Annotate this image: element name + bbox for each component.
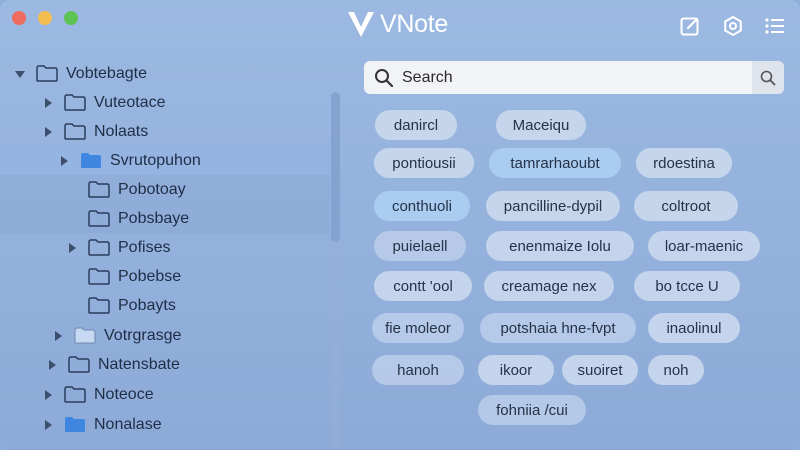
app-title-text: VNote xyxy=(380,9,448,38)
tree-item[interactable]: Vuteotace xyxy=(0,88,330,117)
chevron-down-icon[interactable] xyxy=(14,68,26,80)
folder-icon xyxy=(68,356,90,373)
vnote-window: VNote Vobtebagte Vuteotace Nolaats Svrut… xyxy=(0,0,800,450)
folder-icon xyxy=(88,239,110,256)
tree-item-label: Pobebse xyxy=(118,267,182,285)
tree-item-label: Natensbate xyxy=(98,355,180,373)
folder-icon xyxy=(88,181,110,198)
folder-icon xyxy=(88,297,110,314)
notebook-tree: Vobtebagte Vuteotace Nolaats Svrutopuhon… xyxy=(0,58,344,450)
chevron-right-icon[interactable] xyxy=(66,242,78,254)
title-bar: VNote xyxy=(0,0,800,52)
tag-chip[interactable]: tamrarhaoubt xyxy=(489,148,621,178)
search-icon xyxy=(374,68,394,88)
folder-icon xyxy=(64,386,86,403)
tag-chip[interactable]: inaolinul xyxy=(648,313,740,343)
chevron-right-icon[interactable] xyxy=(42,97,54,109)
tree-item-label: Vobtebagte xyxy=(66,64,147,82)
tree-item-selected[interactable]: Svrutopuhon xyxy=(0,146,330,175)
tag-chip[interactable]: bo tcce U xyxy=(634,271,740,301)
tree-item[interactable]: Pobebse xyxy=(0,262,330,291)
folder-icon xyxy=(74,327,96,344)
folder-icon xyxy=(64,94,86,111)
tag-chip[interactable]: suoiret xyxy=(562,355,638,385)
tag-chip[interactable]: noh xyxy=(648,355,704,385)
tag-chip[interactable]: ikoor xyxy=(478,355,554,385)
menu-icon[interactable] xyxy=(763,14,787,38)
tag-chip[interactable]: enenmaize Iolu xyxy=(486,231,634,261)
chevron-right-icon[interactable] xyxy=(52,330,64,342)
tag-chip[interactable]: pontiousii xyxy=(374,148,474,178)
tree-item[interactable]: Votrgrasge xyxy=(0,321,330,350)
search-bar xyxy=(364,61,784,94)
tree-item-label: Nolaats xyxy=(94,122,149,140)
tree-item[interactable]: Nonalase xyxy=(0,410,330,439)
tree-item[interactable]: Noteoce xyxy=(0,380,330,409)
app-title: VNote xyxy=(346,9,448,39)
tree-item[interactable]: Pobayts xyxy=(0,291,330,320)
minimize-window-button[interactable] xyxy=(38,11,52,25)
tree-item-label: Nonalase xyxy=(94,415,162,433)
chevron-right-icon[interactable] xyxy=(42,126,54,138)
folder-icon xyxy=(36,65,58,82)
tag-chip[interactable]: hanoh xyxy=(372,355,464,385)
folder-icon xyxy=(88,268,110,285)
maximize-window-button[interactable] xyxy=(64,11,78,25)
tree-item-label: Pobsbaye xyxy=(118,209,190,227)
tree-item[interactable]: Vobtebagte xyxy=(0,59,330,88)
tag-chip[interactable]: rdoestina xyxy=(636,148,732,178)
tree-item-label: Vuteotace xyxy=(94,93,166,111)
tag-chip[interactable]: pancilline-dypil xyxy=(486,191,620,221)
tag-chip[interactable]: coltroot xyxy=(634,191,738,221)
tree-item[interactable]: Pobsbaye xyxy=(0,204,330,233)
search-input[interactable] xyxy=(402,62,742,93)
tag-chip[interactable]: potshaia hne-fvpt xyxy=(480,313,636,343)
tree-item[interactable]: Natensbate xyxy=(0,350,330,379)
tree-item[interactable]: Pofises xyxy=(0,233,330,262)
chevron-right-icon[interactable] xyxy=(46,359,58,371)
vnote-logo-icon xyxy=(346,9,376,39)
folder-icon xyxy=(64,416,86,433)
folder-icon xyxy=(88,210,110,227)
sidebar-scrollbar-thumb[interactable] xyxy=(331,92,340,242)
chevron-right-icon[interactable] xyxy=(42,389,54,401)
tree-item-label: Svrutopuhon xyxy=(110,151,201,169)
tree-item-label: Votrgrasge xyxy=(104,326,182,344)
tree-item-label: Pobotoay xyxy=(118,180,186,198)
chevron-right-icon[interactable] xyxy=(42,419,54,431)
tag-chip[interactable]: danircl xyxy=(375,110,457,140)
tree-item-label: Pofises xyxy=(118,238,171,256)
settings-icon[interactable] xyxy=(721,14,745,38)
close-window-button[interactable] xyxy=(12,11,26,25)
tag-chip[interactable]: puielaell xyxy=(374,231,466,261)
tag-chip[interactable]: conthuoli xyxy=(374,191,470,221)
tree-item[interactable]: Pobotoay xyxy=(0,175,330,204)
tree-item-label: Noteoce xyxy=(94,385,154,403)
search-button[interactable] xyxy=(752,61,784,94)
tag-chip[interactable]: contt 'ool xyxy=(374,271,472,301)
tree-item-label: Pobayts xyxy=(118,296,176,314)
tag-chip[interactable]: fohniia /cui xyxy=(478,395,586,425)
edit-icon[interactable] xyxy=(678,14,702,38)
folder-icon xyxy=(80,152,102,169)
tree-item[interactable]: Nolaats xyxy=(0,117,330,146)
folder-icon xyxy=(64,123,86,140)
tag-chip[interactable]: fie moleor xyxy=(372,313,464,343)
tag-chip[interactable]: loar-maenic xyxy=(648,231,760,261)
tag-chip[interactable]: creamage nex xyxy=(484,271,614,301)
tag-chip[interactable]: Maceiqu xyxy=(496,110,586,140)
chevron-right-icon[interactable] xyxy=(58,155,70,167)
search-icon xyxy=(760,70,776,85)
